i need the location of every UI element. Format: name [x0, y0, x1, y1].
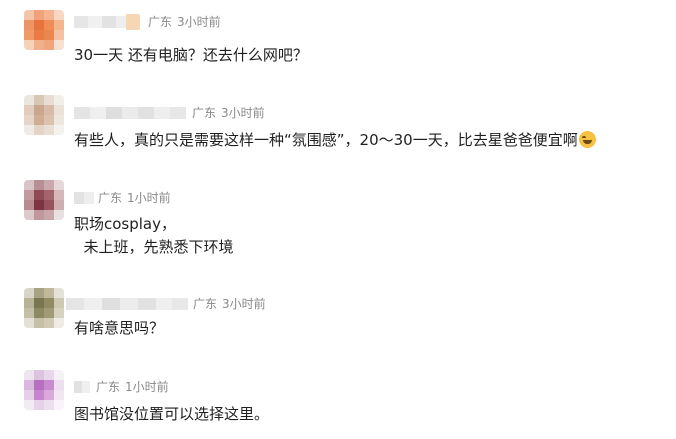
avatar[interactable] — [24, 95, 64, 135]
comment-item: 广东 3小时前 30一天 还有电脑？还去什么网吧？ — [0, 0, 676, 80]
comment-text: 图书馆没位置可以选择这里。 — [74, 405, 270, 423]
username[interactable] — [74, 379, 90, 395]
time-label: 3小时前 — [221, 106, 265, 120]
comment-text: 有些人，真的只是需要这样一种“氛围感”，20～30一天，比去星爸爸便宜啊 — [74, 130, 596, 150]
time-label: 3小时前 — [177, 15, 221, 29]
comment-text: 30一天 还有电脑？还去什么网吧？ — [74, 46, 308, 64]
comment-item: 广东 3小时前 有些人，真的只是需要这样一种“氛围感”，20～30一天，比去星爸爸… — [0, 85, 676, 170]
location-label: 广东 — [192, 106, 217, 120]
time-label: 3小时前 — [222, 297, 266, 311]
location-label: 广东 — [98, 191, 123, 205]
comment-meta: 广东 1小时前 — [96, 379, 169, 395]
comment-meta: 广东 3小时前 — [192, 105, 265, 121]
comment-list: 广东 3小时前 30一天 还有电脑？还去什么网吧？ 广东 3小时前 有些人，真的… — [0, 0, 676, 439]
avatar[interactable] — [24, 10, 64, 50]
comment-meta: 广东 1小时前 — [98, 190, 171, 206]
username[interactable] — [66, 296, 188, 312]
avatar[interactable] — [24, 370, 64, 410]
location-label: 广东 — [96, 380, 121, 394]
time-label: 1小时前 — [127, 191, 171, 205]
username[interactable] — [74, 190, 94, 206]
comment-text-content: 有些人，真的只是需要这样一种“氛围感”，20～30一天，比去星爸爸便宜啊 — [74, 131, 578, 149]
comment-meta: 广东 3小时前 — [148, 14, 221, 30]
comment-item: 广东 1小时前 职场cosplay， 未上班，先熟悉下环境 — [0, 170, 676, 280]
avatar[interactable] — [24, 180, 64, 220]
comment-item: 广东 1小时前 图书馆没位置可以选择这里。 — [0, 360, 676, 439]
comment-text: 职场cosplay， — [74, 215, 176, 233]
laughing-tears-emoji-icon — [578, 131, 596, 148]
comment-text-line2: 未上班，先熟悉下环境 — [74, 238, 234, 256]
avatar[interactable] — [24, 288, 64, 328]
location-label: 广东 — [148, 15, 173, 29]
time-label: 1小时前 — [125, 380, 169, 394]
comment-item: 广东 3小时前 有啥意思吗？ — [0, 280, 676, 360]
location-label: 广东 — [193, 297, 218, 311]
comment-text: 有啥意思吗？ — [74, 319, 165, 337]
username[interactable] — [74, 105, 186, 121]
username[interactable] — [74, 14, 140, 30]
comment-meta: 广东 3小时前 — [193, 296, 266, 312]
